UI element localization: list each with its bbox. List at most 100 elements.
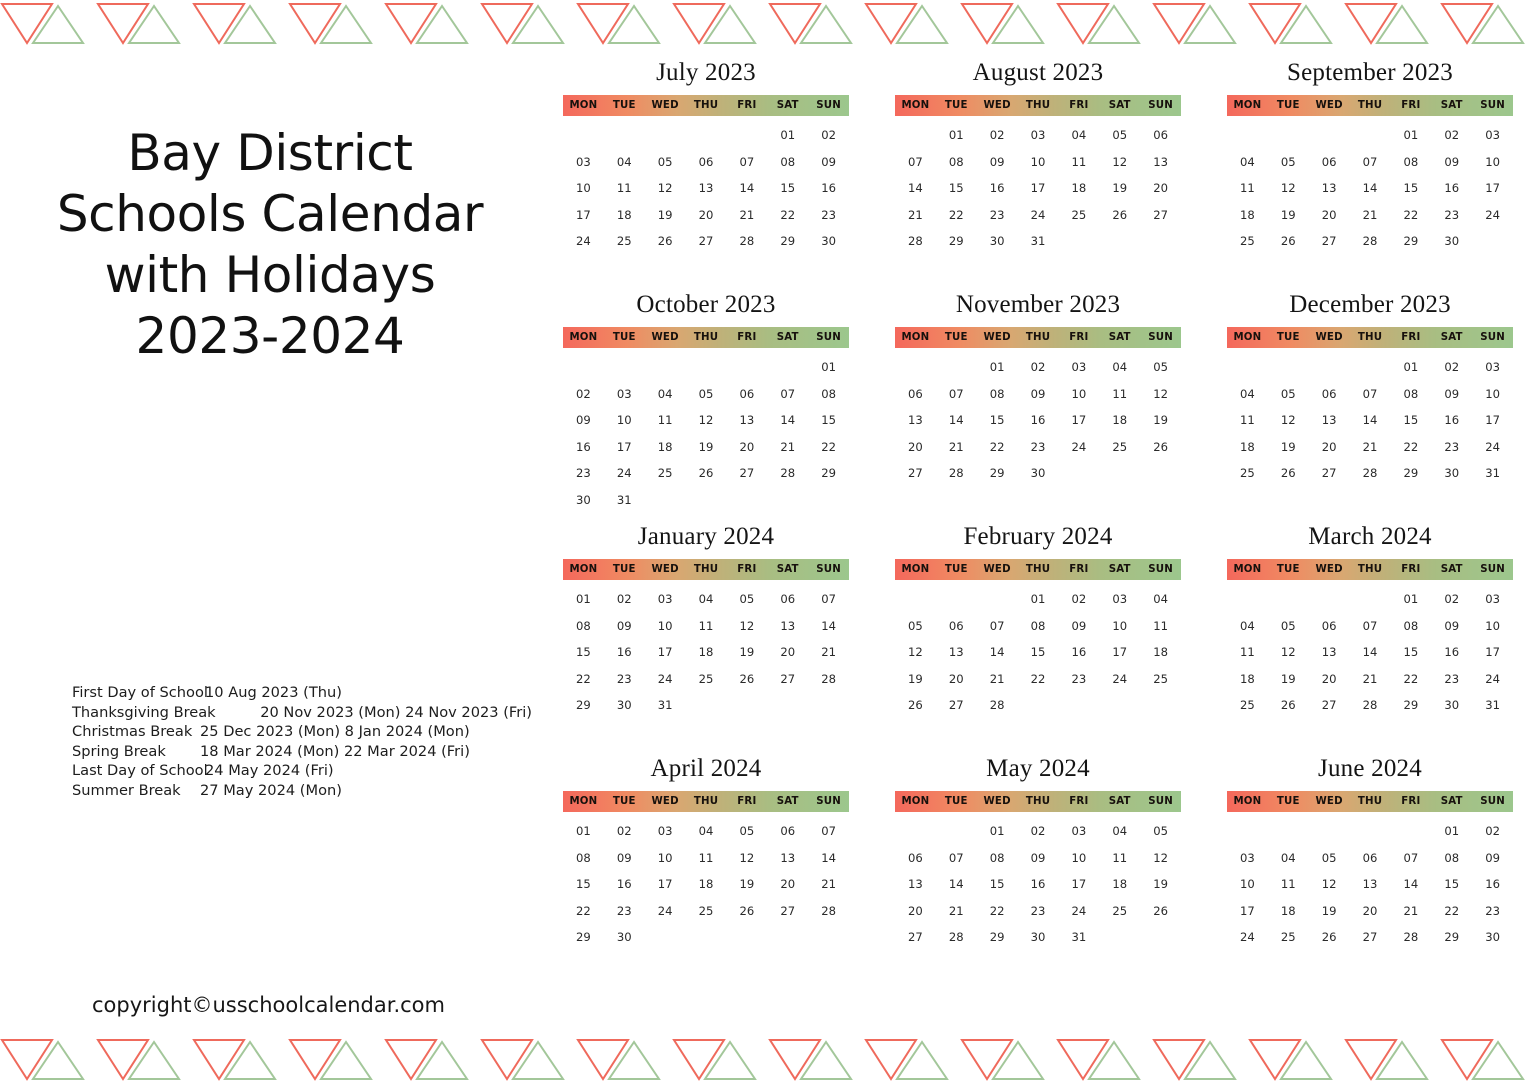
- day-cell[interactable]: 13: [1350, 871, 1391, 898]
- day-cell[interactable]: 30: [604, 924, 645, 951]
- day-cell[interactable]: 15: [767, 175, 808, 202]
- day-cell[interactable]: 30: [808, 228, 849, 255]
- day-cell[interactable]: 02: [1431, 354, 1472, 381]
- day-cell[interactable]: 13: [1309, 639, 1350, 666]
- day-cell[interactable]: 22: [1390, 666, 1431, 693]
- day-cell[interactable]: 14: [1390, 871, 1431, 898]
- day-cell[interactable]: 19: [1309, 898, 1350, 925]
- day-cell[interactable]: 22: [1018, 666, 1059, 693]
- day-cell[interactable]: 03: [645, 586, 686, 613]
- day-cell[interactable]: 05: [1268, 149, 1309, 176]
- day-cell[interactable]: 30: [1018, 924, 1059, 951]
- day-cell[interactable]: 23: [1472, 898, 1513, 925]
- day-cell[interactable]: 06: [895, 845, 936, 872]
- day-cell[interactable]: 23: [1431, 202, 1472, 229]
- day-cell[interactable]: 09: [1058, 613, 1099, 640]
- day-cell[interactable]: 05: [1309, 845, 1350, 872]
- day-cell[interactable]: 02: [1431, 122, 1472, 149]
- day-cell[interactable]: 21: [895, 202, 936, 229]
- day-cell[interactable]: 12: [1140, 381, 1181, 408]
- day-cell[interactable]: 16: [977, 175, 1018, 202]
- day-cell[interactable]: 09: [977, 149, 1018, 176]
- day-cell[interactable]: 09: [1018, 845, 1059, 872]
- day-cell[interactable]: 03: [1099, 586, 1140, 613]
- day-cell[interactable]: 06: [767, 586, 808, 613]
- day-cell[interactable]: 13: [767, 613, 808, 640]
- day-cell[interactable]: 07: [936, 845, 977, 872]
- day-cell[interactable]: 03: [1472, 586, 1513, 613]
- day-cell[interactable]: 03: [1058, 354, 1099, 381]
- day-cell[interactable]: 06: [1140, 122, 1181, 149]
- day-cell[interactable]: 23: [604, 666, 645, 693]
- day-cell[interactable]: 21: [726, 202, 767, 229]
- day-cell[interactable]: 28: [936, 924, 977, 951]
- day-cell[interactable]: 17: [563, 202, 604, 229]
- day-cell[interactable]: 15: [1390, 639, 1431, 666]
- day-cell[interactable]: 28: [1350, 228, 1391, 255]
- day-cell[interactable]: 05: [1268, 381, 1309, 408]
- day-cell[interactable]: 12: [726, 613, 767, 640]
- day-cell[interactable]: 01: [936, 122, 977, 149]
- day-cell[interactable]: 06: [1309, 149, 1350, 176]
- day-cell[interactable]: 28: [767, 460, 808, 487]
- day-cell[interactable]: 29: [563, 924, 604, 951]
- day-cell[interactable]: 28: [808, 666, 849, 693]
- day-cell[interactable]: 07: [808, 586, 849, 613]
- day-cell[interactable]: 28: [1390, 924, 1431, 951]
- day-cell[interactable]: 24: [1472, 434, 1513, 461]
- day-cell[interactable]: 27: [726, 460, 767, 487]
- day-cell[interactable]: 15: [1018, 639, 1059, 666]
- day-cell[interactable]: 16: [1431, 175, 1472, 202]
- day-cell[interactable]: 20: [767, 639, 808, 666]
- day-cell[interactable]: 18: [686, 871, 727, 898]
- day-cell[interactable]: 18: [686, 639, 727, 666]
- day-cell[interactable]: 06: [1350, 845, 1391, 872]
- day-cell[interactable]: 20: [1140, 175, 1181, 202]
- day-cell[interactable]: 23: [808, 202, 849, 229]
- day-cell[interactable]: 20: [726, 434, 767, 461]
- day-cell[interactable]: 07: [1350, 149, 1391, 176]
- day-cell[interactable]: 31: [604, 487, 645, 514]
- day-cell[interactable]: 11: [1058, 149, 1099, 176]
- day-cell[interactable]: 16: [604, 871, 645, 898]
- day-cell[interactable]: 06: [936, 613, 977, 640]
- day-cell[interactable]: 17: [1018, 175, 1059, 202]
- day-cell[interactable]: 05: [895, 613, 936, 640]
- day-cell[interactable]: 25: [686, 666, 727, 693]
- day-cell[interactable]: 17: [645, 871, 686, 898]
- day-cell[interactable]: 12: [645, 175, 686, 202]
- day-cell[interactable]: 25: [1227, 692, 1268, 719]
- day-cell[interactable]: 06: [1309, 613, 1350, 640]
- day-cell[interactable]: 09: [1018, 381, 1059, 408]
- day-cell[interactable]: 22: [1390, 434, 1431, 461]
- day-cell[interactable]: 11: [645, 407, 686, 434]
- day-cell[interactable]: 26: [1268, 692, 1309, 719]
- day-cell[interactable]: 28: [726, 228, 767, 255]
- day-cell[interactable]: 12: [1268, 639, 1309, 666]
- day-cell[interactable]: 14: [977, 639, 1018, 666]
- day-cell[interactable]: 12: [1268, 175, 1309, 202]
- day-cell[interactable]: 11: [1227, 175, 1268, 202]
- day-cell[interactable]: 15: [1390, 407, 1431, 434]
- day-cell[interactable]: 21: [808, 871, 849, 898]
- day-cell[interactable]: 20: [686, 202, 727, 229]
- day-cell[interactable]: 20: [1309, 202, 1350, 229]
- day-cell[interactable]: 08: [1018, 613, 1059, 640]
- day-cell[interactable]: 29: [1390, 692, 1431, 719]
- day-cell[interactable]: 13: [686, 175, 727, 202]
- day-cell[interactable]: 25: [1099, 898, 1140, 925]
- day-cell[interactable]: 23: [1431, 666, 1472, 693]
- day-cell[interactable]: 18: [1140, 639, 1181, 666]
- day-cell[interactable]: 09: [1431, 613, 1472, 640]
- day-cell[interactable]: 21: [977, 666, 1018, 693]
- day-cell[interactable]: 14: [726, 175, 767, 202]
- day-cell[interactable]: 10: [1472, 149, 1513, 176]
- day-cell[interactable]: 11: [604, 175, 645, 202]
- day-cell[interactable]: 04: [686, 818, 727, 845]
- day-cell[interactable]: 12: [686, 407, 727, 434]
- day-cell[interactable]: 19: [686, 434, 727, 461]
- day-cell[interactable]: 20: [895, 434, 936, 461]
- day-cell[interactable]: 10: [645, 845, 686, 872]
- day-cell[interactable]: 22: [563, 666, 604, 693]
- day-cell[interactable]: 11: [1099, 381, 1140, 408]
